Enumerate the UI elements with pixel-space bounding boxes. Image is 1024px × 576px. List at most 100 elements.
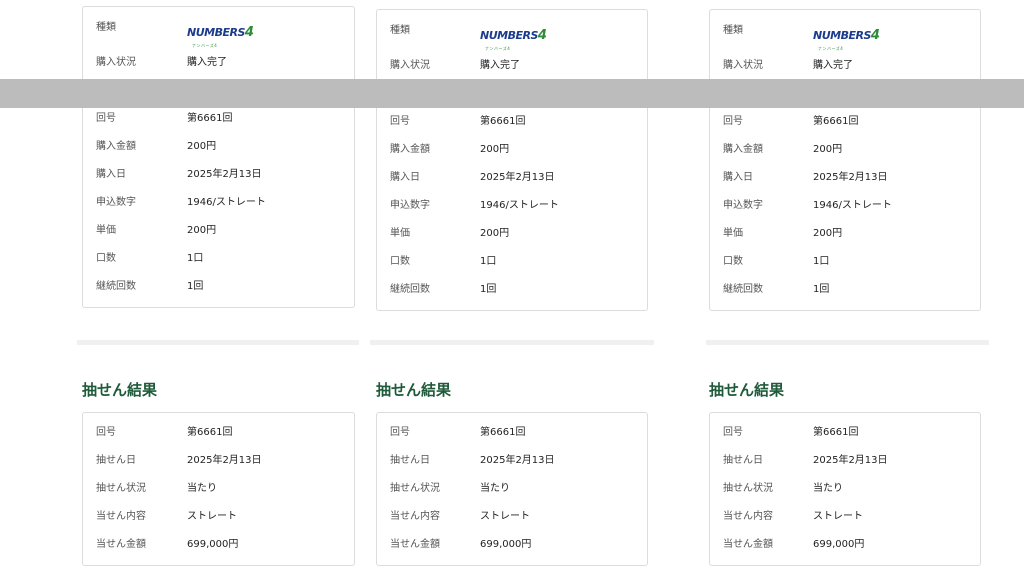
draw-status-label: 抽せん状況	[723, 483, 773, 494]
draw-result-heading: 抽せん結果	[709, 381, 785, 399]
type-label: 種類	[723, 25, 743, 36]
draw-date-row: 抽せん日 2025年2月13日	[390, 451, 639, 471]
amount-label: 購入金額	[96, 141, 136, 152]
draw-status-label: 抽せん状況	[390, 483, 440, 494]
unit-price-label: 単価	[723, 228, 743, 239]
date-value: 2025年2月13日	[187, 169, 262, 180]
round-value: 第6661回	[813, 116, 859, 127]
status-row: 購入状況 購入完了	[390, 56, 639, 76]
amount-value: 200円	[813, 144, 843, 155]
win-detail-row: 当せん内容 ストレート	[723, 507, 972, 527]
type-row: 種類 NUMBERS4 ナンバーズ4	[390, 21, 639, 51]
round-label: 回号	[723, 116, 743, 127]
section-divider	[706, 340, 989, 345]
unit-price-value: 200円	[813, 228, 843, 239]
win-amount-label: 当せん金額	[96, 539, 146, 550]
draw-status-row: 抽せん状況 当たり	[390, 479, 639, 499]
numbers-row: 申込数字 1946/ストレート	[390, 196, 639, 216]
date-row: 購入日 2025年2月13日	[390, 168, 639, 188]
round-value: 第6661回	[187, 113, 233, 124]
status-label: 購入状況	[723, 60, 763, 71]
round-label: 回号	[96, 113, 116, 124]
draw-status-row: 抽せん状況 当たり	[96, 479, 346, 499]
continuation-value: 1回	[480, 284, 497, 295]
numbers4-logo: NUMBERS4 ナンバーズ4	[187, 22, 257, 48]
status-label: 購入状況	[390, 60, 430, 71]
unit-price-row: 単価 200円	[96, 221, 346, 241]
result-round-value: 第6661回	[480, 427, 526, 438]
numbers-row: 申込数字 1946/ストレート	[96, 193, 346, 213]
draw-result-heading: 抽せん結果	[82, 381, 158, 399]
units-row: 口数 1口	[390, 252, 639, 272]
date-row: 購入日 2025年2月13日	[723, 168, 972, 188]
numbers4-logo: NUMBERS4 ナンバーズ4	[813, 25, 883, 51]
result-card: 回号 第6661回 抽せん日 2025年2月13日 抽せん状況 当たり 当せん内…	[82, 412, 355, 566]
units-row: 口数 1口	[96, 249, 346, 269]
draw-status-label: 抽せん状況	[96, 483, 146, 494]
win-amount-row: 当せん金額 699,000円	[390, 535, 639, 555]
date-label: 購入日	[96, 169, 126, 180]
draw-status-value: 当たり	[187, 483, 217, 494]
unit-price-label: 単価	[96, 225, 116, 236]
continuation-value: 1回	[813, 284, 830, 295]
draw-date-value: 2025年2月13日	[480, 455, 555, 466]
round-row: 回号 第6661回	[390, 112, 639, 132]
win-amount-row: 当せん金額 699,000円	[723, 535, 972, 555]
units-label: 口数	[96, 253, 116, 264]
numbers-value: 1946/ストレート	[480, 200, 559, 211]
units-value: 1口	[813, 256, 830, 267]
draw-status-value: 当たり	[813, 483, 843, 494]
draw-date-value: 2025年2月13日	[813, 455, 888, 466]
continuation-label: 継続回数	[723, 284, 763, 295]
section-divider	[77, 340, 359, 345]
unit-price-label: 単価	[390, 228, 410, 239]
logo-num: 4	[870, 28, 880, 43]
draw-status-value: 当たり	[480, 483, 510, 494]
draw-status-row: 抽せん状況 当たり	[723, 479, 972, 499]
amount-row: 購入金額 200円	[96, 137, 346, 157]
date-value: 2025年2月13日	[813, 172, 888, 183]
unit-price-value: 200円	[480, 228, 510, 239]
status-value: 購入完了	[187, 57, 227, 68]
logo-num: 4	[537, 28, 547, 43]
status-value: 購入完了	[813, 60, 853, 71]
result-round-label: 回号	[723, 427, 743, 438]
logo-num: 4	[244, 25, 254, 40]
amount-value: 200円	[187, 141, 217, 152]
win-detail-label: 当せん内容	[96, 511, 146, 522]
continuation-row: 継続回数 1回	[723, 280, 972, 300]
units-value: 1口	[187, 253, 204, 264]
win-detail-label: 当せん内容	[390, 511, 440, 522]
win-detail-label: 当せん内容	[723, 511, 773, 522]
draw-result-heading: 抽せん結果	[376, 381, 452, 399]
round-row: 回号 第6661回	[723, 112, 972, 132]
numbers-row: 申込数字 1946/ストレート	[723, 196, 972, 216]
round-value: 第6661回	[480, 116, 526, 127]
result-round-value: 第6661回	[187, 427, 233, 438]
amount-label: 購入金額	[723, 144, 763, 155]
draw-date-row: 抽せん日 2025年2月13日	[723, 451, 972, 471]
numbers-label: 申込数字	[96, 197, 136, 208]
win-detail-value: ストレート	[187, 511, 237, 522]
result-round-label: 回号	[96, 427, 116, 438]
amount-row: 購入金額 200円	[723, 140, 972, 160]
round-row: 回号 第6661回	[96, 109, 346, 129]
status-label: 購入状況	[96, 57, 136, 68]
draw-date-row: 抽せん日 2025年2月13日	[96, 451, 346, 471]
type-label: 種類	[390, 25, 410, 36]
units-label: 口数	[723, 256, 743, 267]
unit-price-row: 単価 200円	[723, 224, 972, 244]
result-round-row: 回号 第6661回	[390, 423, 639, 443]
win-amount-label: 当せん金額	[390, 539, 440, 550]
date-label: 購入日	[390, 172, 420, 183]
unit-price-value: 200円	[187, 225, 217, 236]
result-round-label: 回号	[390, 427, 410, 438]
win-detail-value: ストレート	[813, 511, 863, 522]
numbers-value: 1946/ストレート	[813, 200, 892, 211]
numbers-label: 申込数字	[723, 200, 763, 211]
numbers-label: 申込数字	[390, 200, 430, 211]
type-label: 種類	[96, 22, 116, 33]
continuation-row: 継続回数 1回	[96, 277, 346, 297]
date-label: 購入日	[723, 172, 753, 183]
continuation-label: 継続回数	[96, 281, 136, 292]
